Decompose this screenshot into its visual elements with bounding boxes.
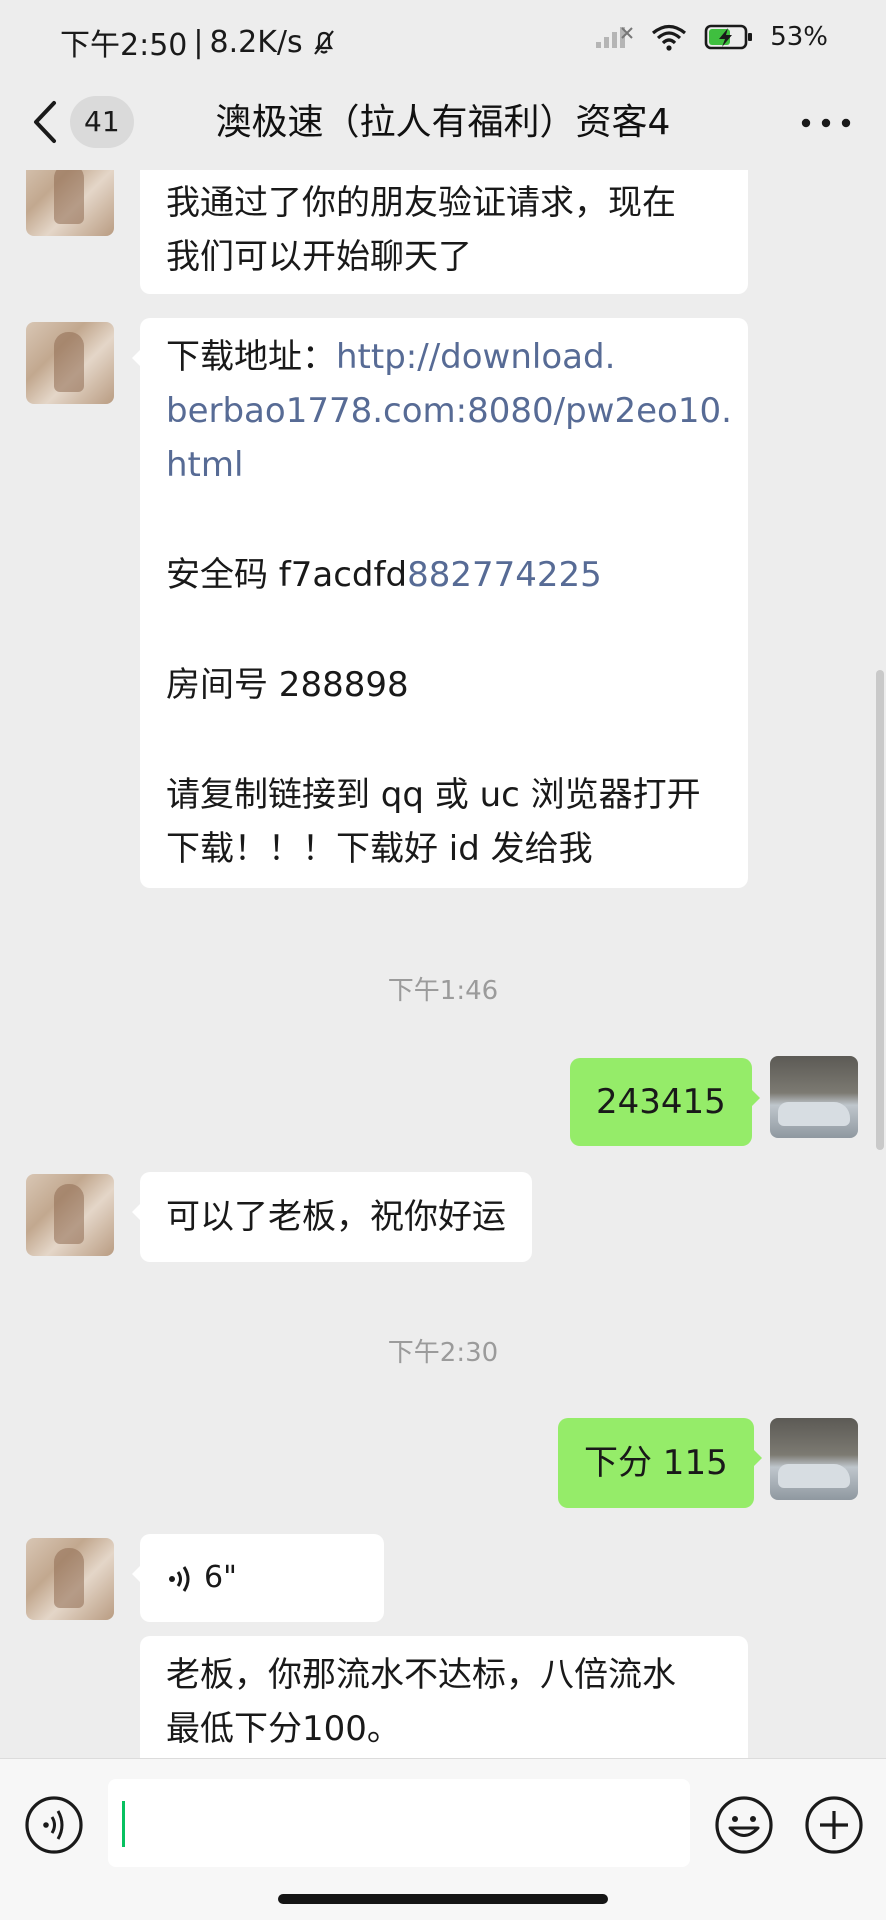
status-bar: 下午2:50 | 8.2K/s 53% <box>0 0 886 80</box>
more-dots-icon[interactable] <box>796 106 856 140</box>
message-bubble-incoming[interactable]: 下载地址：http://download. berbao1778.com:808… <box>132 318 748 888</box>
voice-wave-icon <box>169 1565 190 1592</box>
status-left: 下午2:50 | 8.2K/s <box>60 20 339 64</box>
battery-charging-icon <box>704 24 753 50</box>
message-text: 老板，你那流水不达标，八倍流水 <box>166 1655 676 1695</box>
my-avatar[interactable] <box>770 1056 858 1138</box>
mute-bell-icon <box>313 30 334 55</box>
message-bubble-outgoing[interactable]: 243415 <box>570 1058 760 1146</box>
timestamp: 下午1:46 <box>387 976 499 1006</box>
security-code-number[interactable]: 882774225 <box>407 555 602 595</box>
chat-title: 澳极速（拉人有福利）资客4 <box>215 102 671 143</box>
message-text: 可以了老板，祝你好运 <box>166 1197 506 1237</box>
home-indicator[interactable] <box>278 1894 608 1904</box>
voice-duration: 6" <box>204 1560 237 1595</box>
message-text: 我们可以开始聊天了 <box>166 237 472 277</box>
timestamp: 下午2:30 <box>387 1338 499 1368</box>
message-text: 243415 <box>596 1082 726 1122</box>
message-text: 我通过了你的朋友验证请求，现在 <box>166 183 676 223</box>
contact-avatar[interactable] <box>26 322 114 404</box>
instruction-text: 请复制链接到 qq 或 uc 浏览器打开 <box>166 775 701 815</box>
message-text: 最低下分100。 <box>166 1709 401 1749</box>
download-link[interactable]: html <box>166 438 722 492</box>
message-bubble-incoming[interactable]: 可以了老板，祝你好运 <box>132 1172 532 1262</box>
chat-scrollbar[interactable] <box>876 670 884 1150</box>
wifi-icon <box>652 24 687 51</box>
voice-input-icon[interactable] <box>24 1795 84 1855</box>
status-network-speed: 8.2K/s <box>209 24 303 60</box>
text-cursor <box>122 1801 125 1847</box>
message-bubble-outgoing[interactable]: 下分 115 <box>558 1418 762 1508</box>
signal-icon <box>596 27 633 48</box>
status-right: 53% <box>594 22 828 52</box>
message-bubble-incoming[interactable]: 我通过了你的朋友验证请求，现在 我们可以开始聊天了 <box>140 170 748 294</box>
download-link[interactable]: http://download. <box>336 337 615 377</box>
room-number-text: 房间号 288898 <box>166 665 409 705</box>
message-bubble-incoming[interactable]: 老板，你那流水不达标，八倍流水 最低下分100。 <box>140 1636 748 1758</box>
my-avatar[interactable] <box>770 1418 858 1500</box>
contact-avatar[interactable] <box>26 170 114 236</box>
security-code-label: 安全码 f7acdfd <box>166 555 408 595</box>
battery-percent: 53% <box>770 22 828 52</box>
contact-avatar[interactable] <box>26 1538 114 1620</box>
status-time: 下午2:50 <box>60 28 188 63</box>
voice-message-bubble[interactable]: 6" <box>132 1534 384 1622</box>
instruction-text: 下载！！！下载好 id 发给我 <box>166 829 593 869</box>
message-input[interactable] <box>108 1779 690 1867</box>
status-separator: | <box>193 24 204 60</box>
download-label: 下载地址： <box>166 337 336 377</box>
message-text: 下分 115 <box>584 1443 728 1483</box>
contact-avatar[interactable] <box>26 1174 114 1256</box>
message-list[interactable]: 我通过了你的朋友验证请求，现在 我们可以开始聊天了 下载地址：http://do… <box>0 170 886 1758</box>
plus-icon[interactable] <box>804 1795 864 1855</box>
download-link[interactable]: berbao1778.com:8080/pw2eo10. <box>166 384 732 438</box>
emoji-icon[interactable] <box>714 1795 774 1855</box>
